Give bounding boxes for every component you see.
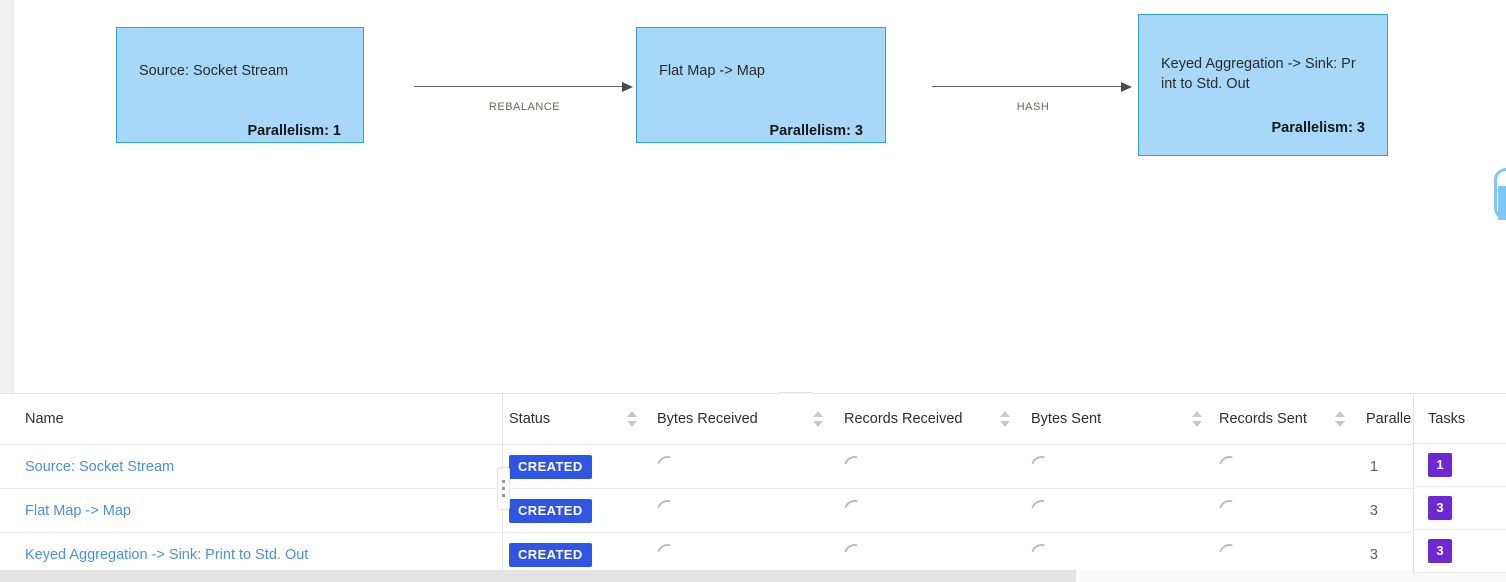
cell-status: CREATED bbox=[509, 445, 619, 488]
cell-parallelism: 3 bbox=[1369, 502, 1378, 519]
tasks-badge: 1 bbox=[1428, 453, 1452, 477]
subtasks-table: Name Status Bytes Received Records Recei… bbox=[0, 394, 1506, 582]
edge-arrowhead-icon bbox=[622, 81, 633, 92]
graph-node-title: Keyed Aggregation -> Sink: Pr int to Std… bbox=[1161, 56, 1356, 92]
graph-node-keyed-aggregation-sink[interactable]: Keyed Aggregation -> Sink: Pr int to Std… bbox=[1138, 14, 1388, 156]
loading-spinner-icon bbox=[1219, 540, 1244, 569]
drag-dot-icon bbox=[502, 480, 505, 483]
tasks-badge: 3 bbox=[1428, 539, 1452, 563]
edge-label: HASH bbox=[1016, 101, 1050, 113]
table-row[interactable]: Flat Map -> Map CREATED 3 bbox=[0, 489, 1506, 533]
sort-icon-bytes-sent[interactable] bbox=[1192, 411, 1203, 427]
offscreen-node-stub-fill bbox=[1498, 186, 1506, 220]
loading-spinner-icon bbox=[1219, 452, 1244, 481]
table-row[interactable]: Source: Socket Stream CREATED 1 bbox=[0, 445, 1506, 489]
loading-spinner-icon bbox=[1031, 540, 1056, 569]
tasks-cell: 3 bbox=[1414, 487, 1506, 530]
status-badge: CREATED bbox=[509, 542, 592, 567]
edge-label: REBALANCE bbox=[488, 101, 561, 113]
column-header-label: Bytes Received bbox=[657, 411, 758, 427]
column-header-label: Status bbox=[509, 411, 551, 427]
graph-node-source-socket-stream[interactable]: Source: Socket Stream Parallelism: 1 bbox=[116, 27, 364, 143]
vertex-name-link[interactable]: Flat Map -> Map bbox=[25, 503, 131, 519]
cell-records-sent bbox=[1219, 489, 1334, 532]
sort-icon-records-sent[interactable] bbox=[1335, 411, 1346, 427]
loading-spinner-icon bbox=[657, 452, 682, 481]
loading-spinner-icon bbox=[1031, 452, 1056, 481]
status-badge: CREATED bbox=[509, 454, 592, 479]
job-graph-canvas[interactable]: Source: Socket Stream Parallelism: 1 REB… bbox=[0, 0, 1506, 394]
column-header-tasks[interactable]: Tasks bbox=[1414, 394, 1506, 444]
loading-spinner-icon bbox=[844, 540, 869, 569]
horizontal-scrollbar-thumb[interactable] bbox=[0, 570, 1076, 582]
cell-name[interactable]: Source: Socket Stream bbox=[25, 445, 485, 488]
column-header-records-received[interactable]: Records Received bbox=[844, 394, 999, 444]
column-header-bytes-received[interactable]: Bytes Received bbox=[657, 394, 807, 444]
sort-icon-status[interactable] bbox=[627, 411, 638, 427]
column-separator bbox=[502, 394, 503, 444]
drag-dot-icon bbox=[502, 487, 505, 490]
graph-node-parallelism: Parallelism: 3 bbox=[769, 123, 864, 139]
loading-spinner-icon bbox=[1219, 496, 1244, 525]
tasks-cell: 3 bbox=[1414, 530, 1506, 573]
drag-dot-icon bbox=[502, 494, 505, 497]
vertex-name-link[interactable]: Keyed Aggregation -> Sink: Print to Std.… bbox=[25, 547, 308, 563]
status-badge: CREATED bbox=[509, 498, 592, 523]
job-graph-page: Source: Socket Stream Parallelism: 1 REB… bbox=[0, 0, 1506, 582]
loading-spinner-icon bbox=[844, 496, 869, 525]
edge-line bbox=[932, 86, 1123, 87]
tasks-cell: 1 bbox=[1414, 444, 1506, 487]
grid-header-row: Name Status Bytes Received Records Recei… bbox=[0, 394, 1506, 445]
horizontal-scrollbar[interactable] bbox=[0, 570, 1506, 582]
cell-bytes-sent bbox=[1031, 489, 1181, 532]
column-header-name[interactable]: Name bbox=[25, 394, 485, 444]
loading-spinner-icon bbox=[844, 452, 869, 481]
graph-node-flat-map-map[interactable]: Flat Map -> Map Parallelism: 3 bbox=[636, 27, 886, 143]
cell-bytes-sent bbox=[1031, 445, 1181, 488]
cell-bytes-received bbox=[657, 445, 807, 488]
column-header-status[interactable]: Status bbox=[509, 394, 619, 444]
loading-spinner-icon bbox=[657, 540, 682, 569]
graph-node-title: Source: Socket Stream bbox=[139, 63, 289, 79]
column-header-label: Records Sent bbox=[1219, 411, 1307, 427]
cell-records-received bbox=[844, 445, 999, 488]
column-header-label: Parallelism bbox=[1366, 411, 1412, 427]
graph-node-parallelism: Parallelism: 1 bbox=[247, 123, 342, 139]
loading-spinner-icon bbox=[1031, 496, 1056, 525]
cell-name[interactable]: Flat Map -> Map bbox=[25, 489, 485, 532]
column-header-bytes-sent[interactable]: Bytes Sent bbox=[1031, 394, 1181, 444]
column-header-label: Name bbox=[25, 411, 64, 427]
sort-icon-bytes-received[interactable] bbox=[813, 411, 824, 427]
graph-node-parallelism: Parallelism: 3 bbox=[1271, 120, 1366, 136]
sort-icon-records-received[interactable] bbox=[1000, 411, 1011, 427]
pinned-tasks-column: Tasks 1 3 3 bbox=[1413, 394, 1506, 573]
canvas-left-gutter bbox=[0, 0, 14, 394]
edge-line bbox=[414, 86, 624, 87]
loading-spinner-icon bbox=[657, 496, 682, 525]
grid: Name Status Bytes Received Records Recei… bbox=[0, 394, 1506, 577]
cell-records-sent bbox=[1219, 445, 1334, 488]
edge-arrowhead-icon bbox=[1121, 81, 1132, 92]
column-resize-handle[interactable] bbox=[497, 467, 510, 510]
vertex-name-link[interactable]: Source: Socket Stream bbox=[25, 459, 174, 475]
column-header-label: Records Received bbox=[844, 411, 963, 427]
cell-status: CREATED bbox=[509, 489, 619, 532]
tasks-badge: 3 bbox=[1428, 496, 1452, 520]
cell-records-received bbox=[844, 489, 999, 532]
column-header-records-sent[interactable]: Records Sent bbox=[1219, 394, 1334, 444]
cell-parallelism: 1 bbox=[1369, 458, 1378, 475]
column-header-label: Tasks bbox=[1428, 410, 1466, 427]
column-header-parallelism[interactable]: Parallelism bbox=[1366, 394, 1412, 444]
cell-bytes-received bbox=[657, 489, 807, 532]
graph-node-title: Flat Map -> Map bbox=[659, 63, 765, 79]
column-header-label: Bytes Sent bbox=[1031, 411, 1102, 427]
